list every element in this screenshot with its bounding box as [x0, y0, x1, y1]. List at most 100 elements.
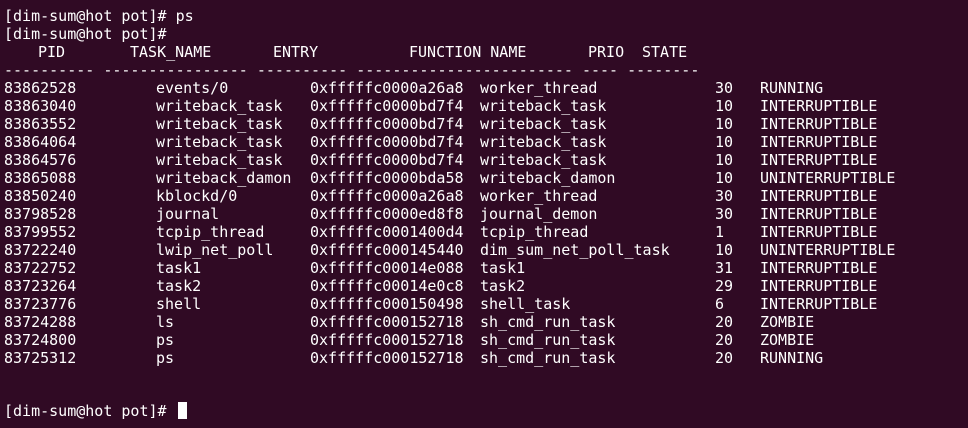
- cell-function-name: writeback_damon: [480, 169, 616, 187]
- cell-state: ZOMBIE: [760, 331, 815, 349]
- prompt-line: [dim-sum@hot pot]#: [4, 25, 167, 43]
- cell-task-name: writeback_task: [156, 151, 283, 169]
- input-prompt[interactable]: [dim-sum@hot pot]#: [4, 402, 187, 420]
- cell-pid: 83724288: [4, 313, 77, 331]
- cell-function-name: task2: [480, 277, 526, 295]
- cell-task-name: kblockd/0: [156, 187, 238, 205]
- table-row: 83724288 ls 0xfffffc000152718 sh_cmd_run_ta…: [0, 313, 968, 331]
- cell-state: ZOMBIE: [760, 313, 815, 331]
- table-row: 83864064 writeback_task 0xfffffc0000bd7f4 w…: [0, 133, 968, 151]
- header-task-name: TASK_NAME: [130, 43, 212, 61]
- cell-pid: 83865088: [4, 169, 77, 187]
- cell-function-name: worker_thread: [480, 79, 598, 97]
- cell-pid: 83798528: [4, 205, 77, 223]
- cell-entry: 0xfffffc0000a26a8: [310, 187, 464, 205]
- text-cursor: [177, 402, 187, 419]
- cell-task-name: events/0: [156, 79, 229, 97]
- table-row: 83722752 task1 0xfffffc00014e088 task1 31 INT…: [0, 259, 968, 277]
- cell-pid: 83862528: [4, 79, 77, 97]
- terminal-window[interactable]: [dim-sum@hot pot]# ps [dim-sum@hot pot]#…: [0, 0, 968, 428]
- cell-pid: 83864576: [4, 151, 77, 169]
- cell-state: UNINTERRUPTIBLE: [760, 241, 896, 259]
- cell-state: INTERRUPTIBLE: [760, 151, 878, 169]
- cell-prio: 6: [715, 295, 725, 313]
- cell-task-name: ls: [156, 313, 175, 331]
- cell-entry: 0xfffffc00014e088: [310, 259, 464, 277]
- cell-function-name: writeback_task: [480, 97, 607, 115]
- cell-task-name: writeback_task: [156, 115, 283, 133]
- cell-state: INTERRUPTIBLE: [760, 187, 878, 205]
- table-row: 83722240 lwip_net_poll 0xfffffc000145440 di…: [0, 241, 968, 259]
- cell-task-name: writeback_task: [156, 133, 283, 151]
- cell-prio: 10: [715, 133, 734, 151]
- table-header: PID TASK_NAME ENTRY FUNCTION NAME PRIO S…: [0, 43, 968, 61]
- cell-entry: 0xfffffc000145440: [310, 241, 464, 259]
- cell-prio: 10: [715, 97, 734, 115]
- cell-prio: 30: [715, 205, 734, 223]
- cell-entry: 0xfffffc000152718: [310, 313, 464, 331]
- cell-function-name: sh_cmd_run_task: [480, 331, 616, 349]
- cell-function-name: sh_cmd_run_task: [480, 313, 616, 331]
- cell-pid: 83722752: [4, 259, 77, 277]
- cell-entry: 0xfffffc0000bd7f4: [310, 115, 464, 133]
- cell-state: INTERRUPTIBLE: [760, 97, 878, 115]
- cell-task-name: lwip_net_poll: [156, 241, 274, 259]
- table-row: 83864576 writeback_task 0xfffffc0000bd7f4 w…: [0, 151, 968, 169]
- prompt-text: [dim-sum@hot pot]#: [4, 402, 167, 420]
- header-prio: PRIO: [588, 43, 625, 61]
- table-row: 83798528 journal 0xfffffc0000ed8f8 journal_…: [0, 205, 968, 223]
- cell-task-name: task1: [156, 259, 202, 277]
- cell-task-name: ps: [156, 349, 175, 367]
- cell-task-name: task2: [156, 277, 202, 295]
- cell-function-name: writeback_task: [480, 151, 607, 169]
- cell-function-name: journal_demon: [480, 205, 598, 223]
- cell-pid: 83863040: [4, 97, 77, 115]
- cell-state: INTERRUPTIBLE: [760, 277, 878, 295]
- cell-prio: 10: [715, 115, 734, 133]
- cell-entry: 0xfffffc000150498: [310, 295, 464, 313]
- cell-state: INTERRUPTIBLE: [760, 223, 878, 241]
- cell-pid: 83722240: [4, 241, 77, 259]
- table-row: 83863552 writeback_task 0xfffffc0000bd7f4 w…: [0, 115, 968, 133]
- cell-prio: 20: [715, 313, 734, 331]
- cell-entry: 0xfffffc0000bd7f4: [310, 133, 464, 151]
- cell-entry: 0xfffffc0000a26a8: [310, 79, 464, 97]
- cell-entry: 0xfffffc00014e0c8: [310, 277, 464, 295]
- cell-entry: 0xfffffc0000bd7f4: [310, 97, 464, 115]
- cell-function-name: sh_cmd_run_task: [480, 349, 616, 367]
- cell-entry: 0xfffffc000152718: [310, 349, 464, 367]
- cell-state: INTERRUPTIBLE: [760, 295, 878, 313]
- cell-function-name: tcpip_thread: [480, 223, 589, 241]
- cell-prio: 1: [715, 223, 725, 241]
- cell-entry: 0xfffffc0000bd7f4: [310, 151, 464, 169]
- cell-function-name: dim_sum_net_poll_task: [480, 241, 670, 259]
- table-row: 83863040 writeback_task 0xfffffc0000bd7f4 w…: [0, 97, 968, 115]
- cell-function-name: shell_task: [480, 295, 571, 313]
- cell-function-name: writeback_task: [480, 115, 607, 133]
- table-row: 83865088 writeback_damon 0xfffffc0000bda58…: [0, 169, 968, 187]
- cell-pid: 83850240: [4, 187, 77, 205]
- header-function-name: FUNCTION NAME: [409, 43, 527, 61]
- cell-task-name: writeback_damon: [156, 169, 292, 187]
- cell-pid: 83723264: [4, 277, 77, 295]
- cell-pid: 83725312: [4, 349, 77, 367]
- cell-function-name: task1: [480, 259, 526, 277]
- header-entry: ENTRY: [273, 43, 319, 61]
- cell-prio: 30: [715, 79, 734, 97]
- table-row: 83723776 shell 0xfffffc000150498 shell_task…: [0, 295, 968, 313]
- header-pid: PID: [38, 43, 66, 61]
- cell-entry: 0xfffffc0000bda58: [310, 169, 464, 187]
- cell-task-name: shell: [156, 295, 202, 313]
- cell-state: UNINTERRUPTIBLE: [760, 169, 896, 187]
- cell-prio: 20: [715, 349, 734, 367]
- cell-state: INTERRUPTIBLE: [760, 115, 878, 133]
- cell-state: INTERRUPTIBLE: [760, 133, 878, 151]
- cell-state: RUNNING: [760, 349, 824, 367]
- cell-state: RUNNING: [760, 79, 824, 97]
- cell-task-name: ps: [156, 331, 175, 349]
- cell-pid: 83799552: [4, 223, 77, 241]
- table-row: 83799552 tcpip_thread 0xfffffc0001400d4 tcp…: [0, 223, 968, 241]
- cell-pid: 83863552: [4, 115, 77, 133]
- command-line: [dim-sum@hot pot]# ps: [4, 7, 194, 25]
- table-row: 83724800 ps 0xfffffc000152718 sh_cmd_run_ta…: [0, 331, 968, 349]
